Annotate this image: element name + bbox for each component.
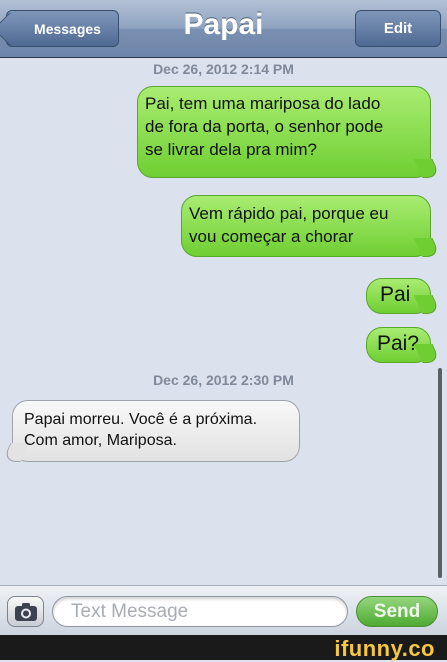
outgoing-message[interactable]: Vem rápido pai, porque eu vou começar a … bbox=[181, 195, 431, 257]
message-line: Pai, tem uma mariposa do lado bbox=[145, 94, 381, 113]
camera-button[interactable] bbox=[7, 596, 44, 627]
back-button-label: Messages bbox=[34, 20, 101, 37]
message-line: Vem rápido pai, porque eu bbox=[189, 204, 389, 223]
ifunny-watermark: ifunny.co bbox=[334, 636, 435, 661]
message-input-bar: Text Message Send bbox=[0, 585, 447, 635]
message-line: Papai morreu. Você é a próxima. bbox=[24, 411, 258, 428]
outgoing-message[interactable]: Pai? bbox=[366, 327, 431, 363]
timestamp: Dec 26, 2012 2:14 PM bbox=[153, 61, 294, 77]
message-line: Com amor, Mariposa. bbox=[24, 432, 177, 449]
navigation-bar: Messages Papai Edit bbox=[0, 0, 447, 58]
message-line: se livrar dela pra mim? bbox=[145, 140, 317, 159]
message-line: vou começar a chorar bbox=[189, 227, 354, 246]
message-line: Pai? bbox=[377, 332, 420, 355]
camera-icon bbox=[15, 603, 37, 621]
outgoing-message[interactable]: Pai bbox=[366, 278, 431, 314]
messages-back-button[interactable]: Messages bbox=[6, 10, 119, 47]
watermark-bar: ifunny.co bbox=[0, 635, 447, 661]
send-button[interactable]: Send bbox=[356, 596, 438, 627]
timestamp: Dec 26, 2012 2:30 PM bbox=[153, 372, 294, 388]
scroll-indicator[interactable] bbox=[438, 368, 442, 578]
message-line: de fora da porta, o senhor pode bbox=[145, 117, 384, 136]
message-line: Pai bbox=[380, 283, 411, 306]
conversation-title: Papai bbox=[183, 8, 264, 41]
incoming-message[interactable]: Papai morreu. Você é a próxima. Com amor… bbox=[12, 400, 300, 462]
edit-button[interactable]: Edit bbox=[355, 10, 441, 47]
outgoing-message[interactable]: Pai, tem uma mariposa do lado de fora da… bbox=[137, 86, 431, 178]
text-message-input[interactable]: Text Message bbox=[52, 596, 348, 627]
